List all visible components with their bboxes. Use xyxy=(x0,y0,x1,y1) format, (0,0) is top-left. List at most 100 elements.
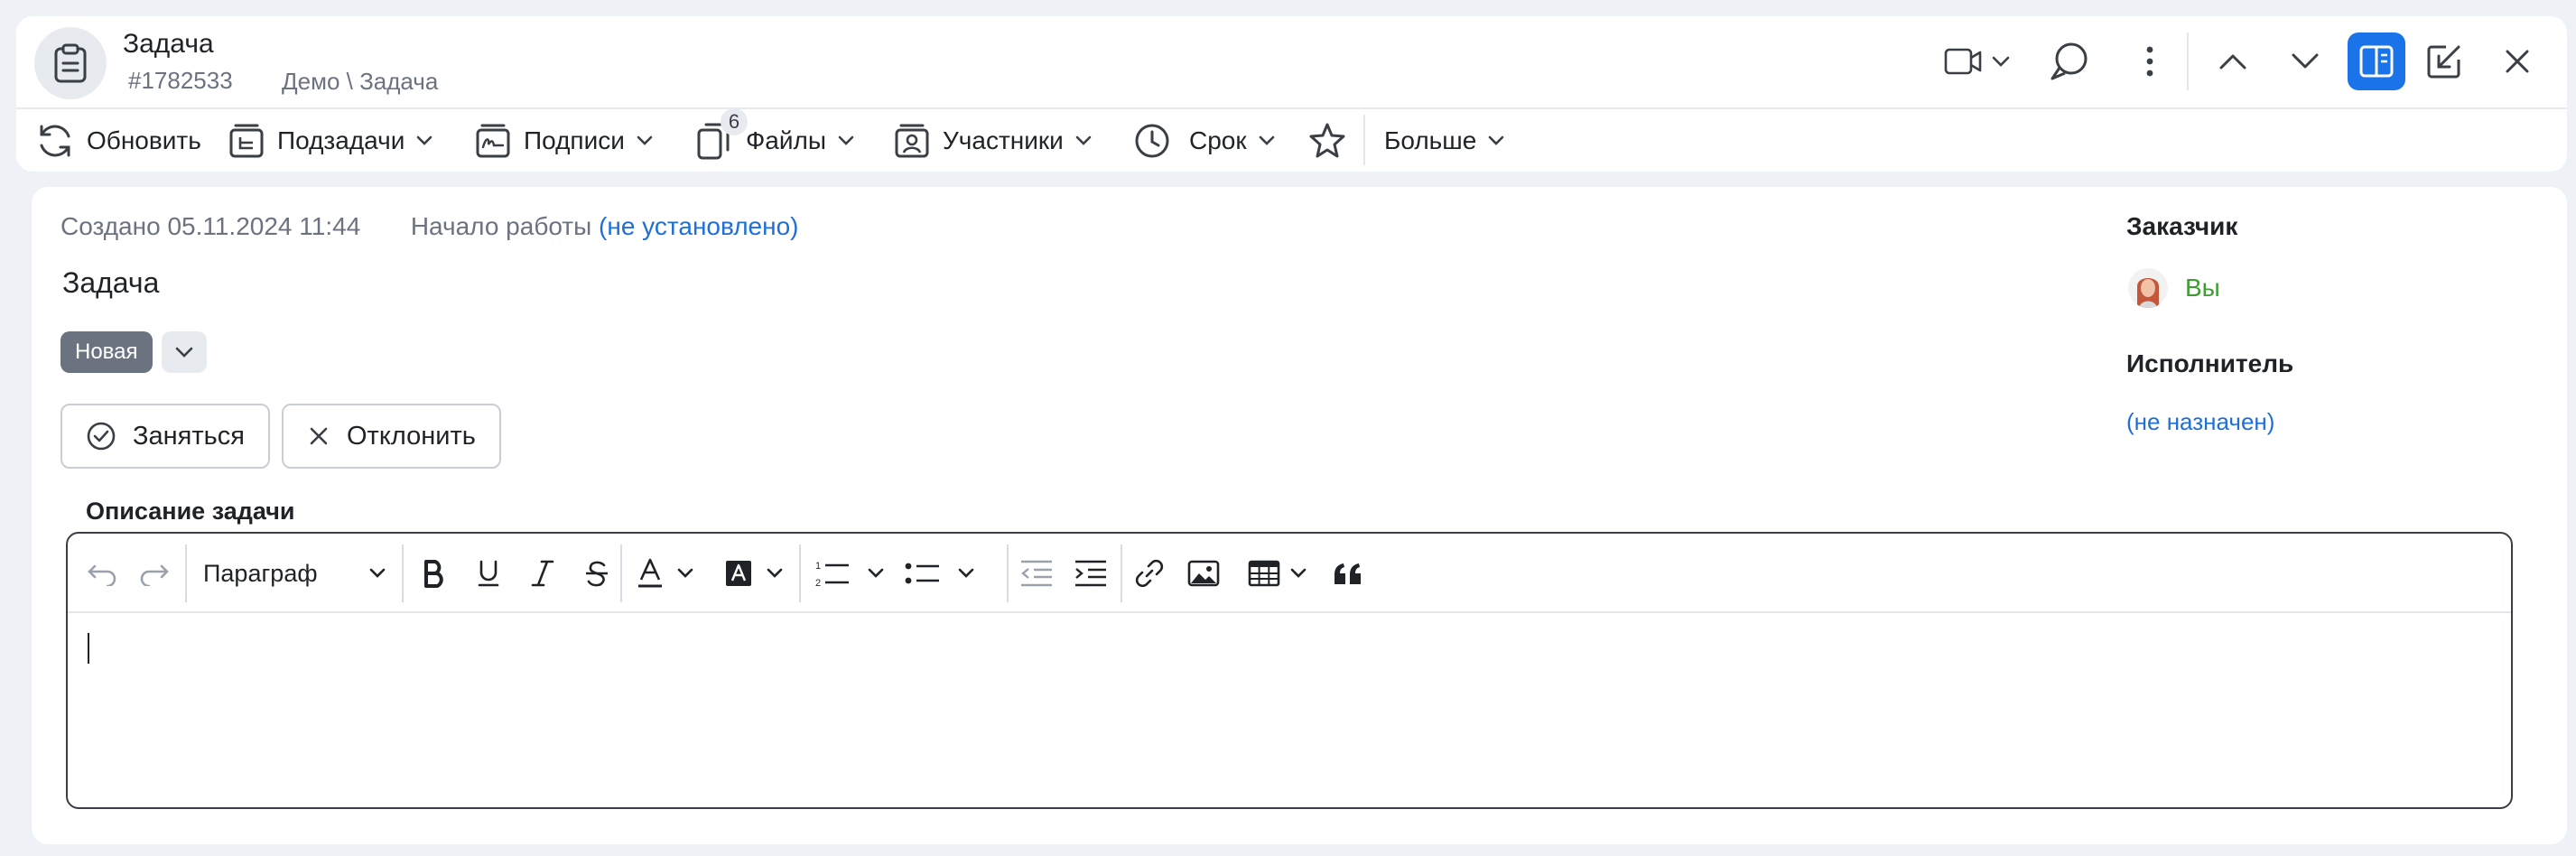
next-task-button[interactable] xyxy=(2283,40,2328,83)
undo-icon xyxy=(88,564,116,586)
customer-name[interactable]: Вы xyxy=(2185,274,2220,302)
editor-separator xyxy=(185,544,187,602)
deadline-menu[interactable]: Срок xyxy=(1133,109,1276,172)
close-button[interactable] xyxy=(2496,40,2539,83)
refresh-icon xyxy=(40,125,70,156)
insert-table-button[interactable] xyxy=(1242,554,1314,593)
strikethrough-button[interactable] xyxy=(577,554,617,593)
background-color-icon xyxy=(726,561,751,586)
chevron-down-icon xyxy=(1290,568,1307,578)
chevron-down-icon xyxy=(958,568,974,578)
background-color-button[interactable] xyxy=(718,554,790,593)
signatures-label: Подписи xyxy=(524,126,625,154)
start-value-link[interactable]: (не установлено) xyxy=(599,212,798,240)
toolbar-separator xyxy=(1363,115,1365,165)
split-view-button[interactable] xyxy=(2348,33,2405,90)
participants-menu[interactable]: Участники xyxy=(894,109,1093,172)
assignee-label: Исполнитель xyxy=(2126,349,2294,377)
strikethrough-icon xyxy=(586,561,608,587)
minimize-button[interactable] xyxy=(2422,40,2467,83)
task-card: Создано 05.11.2024 11:44 Начало работы (… xyxy=(32,187,2567,844)
take-task-label: Заняться xyxy=(133,421,245,451)
quote-icon xyxy=(1334,563,1361,584)
favorite-button[interactable] xyxy=(1307,109,1347,172)
deadline-label: Срок xyxy=(1189,126,1247,154)
reject-task-label: Отклонить xyxy=(347,421,476,451)
previous-task-button[interactable] xyxy=(2210,40,2255,83)
avatar[interactable] xyxy=(2128,268,2168,308)
chevron-down-icon xyxy=(637,135,653,145)
task-toolbar: Обновить Подзадачи Подписи Файлы Участни… xyxy=(16,109,2567,172)
bullet-list-button[interactable] xyxy=(897,554,983,593)
outdent-button[interactable] xyxy=(1016,554,1057,593)
chevron-down-icon xyxy=(767,568,783,578)
undo-button[interactable] xyxy=(84,554,120,593)
chevron-down-icon xyxy=(1488,135,1504,145)
video-call-button[interactable] xyxy=(1939,42,2015,81)
task-id[interactable]: #1782533 xyxy=(128,67,233,95)
font-color-icon xyxy=(638,558,662,588)
editor-separator xyxy=(799,544,801,602)
close-icon xyxy=(310,427,328,445)
task-type-avatar xyxy=(34,27,107,99)
task-name[interactable]: Задача xyxy=(62,266,159,300)
chevron-down-icon xyxy=(2292,53,2319,69)
chevron-down-icon xyxy=(417,135,432,145)
clipboard-icon xyxy=(54,43,87,83)
files-label: Файлы xyxy=(746,126,826,154)
start-label: Начало работы xyxy=(410,212,592,240)
assignee-link[interactable]: (не назначен) xyxy=(2126,408,2274,436)
numbered-list-icon: 1 2 xyxy=(815,561,849,589)
font-color-button[interactable] xyxy=(629,554,702,593)
video-icon xyxy=(1944,48,1982,75)
more-vertical-icon xyxy=(2146,46,2153,77)
insert-link-button[interactable] xyxy=(1130,554,1169,593)
editor-separator xyxy=(1007,544,1009,602)
blockquote-button[interactable] xyxy=(1328,554,1368,593)
signatures-menu[interactable]: Подписи xyxy=(475,109,654,172)
subtasks-icon xyxy=(229,124,264,157)
breadcrumb[interactable]: Демо \ Задача xyxy=(282,68,438,96)
insert-image-button[interactable] xyxy=(1184,554,1223,593)
header-separator xyxy=(2187,33,2189,90)
customer-label: Заказчик xyxy=(2126,212,2238,240)
description-editor[interactable]: Параграф 1 2 xyxy=(66,532,2513,809)
editor-separator xyxy=(402,544,404,602)
split-view-icon xyxy=(2359,45,2394,78)
chevron-down-icon xyxy=(677,568,693,578)
files-menu[interactable]: Файлы xyxy=(695,109,855,172)
more-menu[interactable]: Больше xyxy=(1384,109,1505,172)
redo-button[interactable] xyxy=(136,554,172,593)
take-task-button[interactable]: Заняться xyxy=(60,404,270,469)
star-icon xyxy=(1309,123,1345,157)
page-title: Задача xyxy=(123,29,214,59)
chevron-down-icon xyxy=(1992,56,2010,67)
underline-button[interactable] xyxy=(469,554,508,593)
chevron-up-icon xyxy=(2219,54,2246,70)
status-badge[interactable]: Новая xyxy=(60,331,153,373)
bold-icon xyxy=(424,560,443,588)
bold-button[interactable] xyxy=(414,554,454,593)
paragraph-style-select[interactable]: Параграф xyxy=(203,554,386,593)
chat-button[interactable] xyxy=(2043,38,2094,85)
image-icon xyxy=(1187,560,1220,587)
created-value: 05.11.2024 11:44 xyxy=(167,212,361,240)
chevron-down-icon xyxy=(369,568,385,578)
more-options-button[interactable] xyxy=(2136,40,2163,83)
indent-icon xyxy=(1075,560,1106,587)
user-avatar-icon xyxy=(2128,268,2168,308)
participants-icon xyxy=(895,124,929,157)
status-dropdown-button[interactable] xyxy=(162,331,207,373)
created-label: Создано xyxy=(60,212,161,240)
bullet-list-icon xyxy=(905,563,939,584)
chevron-down-icon xyxy=(1075,135,1092,145)
indent-button[interactable] xyxy=(1070,554,1111,593)
editor-toolbar: Параграф 1 2 xyxy=(68,534,2511,613)
italic-button[interactable] xyxy=(523,554,563,593)
refresh-button[interactable]: Обновить xyxy=(36,109,201,172)
reject-task-button[interactable]: Отклонить xyxy=(282,404,501,469)
numbered-list-button[interactable]: 1 2 xyxy=(806,554,893,593)
refresh-label: Обновить xyxy=(87,126,201,154)
editor-separator xyxy=(620,544,622,602)
subtasks-menu[interactable]: Подзадачи xyxy=(228,109,433,172)
